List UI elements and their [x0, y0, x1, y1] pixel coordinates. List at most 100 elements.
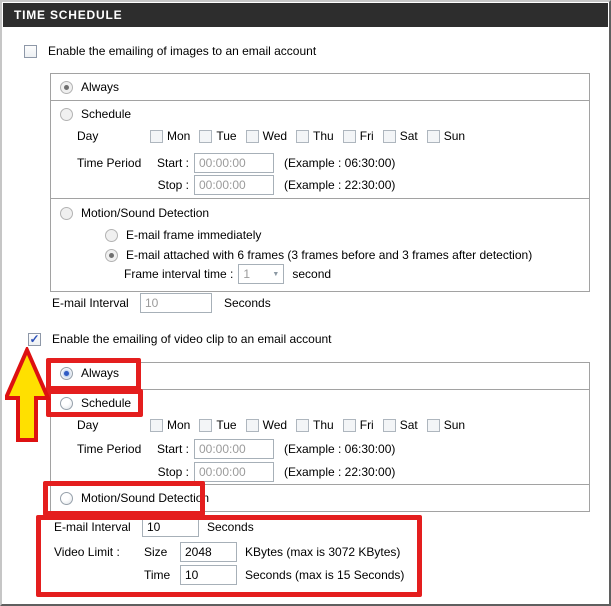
time-schedule-page: TIME SCHEDULE Enable the emailing of ima… [0, 0, 611, 606]
enable-image-email-row: Enable the emailing of images to an emai… [24, 43, 316, 59]
checkmark-icon: ✓ [29, 334, 39, 344]
start-example-text: (Example : 06:30:00) [284, 156, 395, 170]
frame-interval-unit: second [292, 267, 331, 281]
day-label-wed: Wed [263, 418, 287, 432]
day-label-mon: Mon [167, 129, 190, 143]
day-label-sun: Sun [444, 129, 465, 143]
video-limit-size-input[interactable] [180, 542, 237, 562]
day-checkbox-sat[interactable] [383, 130, 396, 143]
day-item-wed: Wed [246, 418, 287, 432]
video-email-schedule-radio[interactable] [60, 397, 73, 410]
video-email-always-radio[interactable] [60, 367, 73, 380]
frame-immediately-label: E-mail frame immediately [126, 228, 261, 242]
frame-interval-select[interactable]: 1 ▼ [238, 264, 284, 284]
day-checkbox-wed[interactable] [246, 130, 259, 143]
video-limit-size-row: Video Limit : Size KBytes (max is 3072 K… [54, 541, 400, 563]
day-item-wed: Wed [246, 129, 287, 143]
frame-interval-row: Frame interval time : 1 ▼ second [124, 263, 331, 285]
day-label: Day [77, 129, 150, 143]
day-checkbox-sat[interactable] [383, 419, 396, 432]
day-label-tue: Tue [216, 418, 236, 432]
frame-immediately-row: E-mail frame immediately [105, 226, 261, 244]
day-checkbox-mon[interactable] [150, 419, 163, 432]
video-limit-time-input[interactable] [180, 565, 237, 585]
day-item-sat: Sat [383, 129, 418, 143]
day-checkbox-thu[interactable] [296, 419, 309, 432]
frame-attached-radio[interactable] [105, 249, 118, 262]
image-email-motion-radio[interactable] [60, 207, 73, 220]
day-label-sat: Sat [400, 129, 418, 143]
day-item-sun: Sun [427, 129, 465, 143]
day-checkbox-tue[interactable] [199, 130, 212, 143]
size-note: KBytes (max is 3072 KBytes) [245, 545, 400, 559]
day-checkbox-sun[interactable] [427, 419, 440, 432]
video-email-motion-row: Motion/Sound Detection [60, 489, 209, 507]
video-email-stop-input[interactable] [194, 462, 274, 482]
image-email-always-label: Always [81, 80, 119, 94]
day-checkbox-tue[interactable] [199, 419, 212, 432]
frame-immediately-radio[interactable] [105, 229, 118, 242]
start-label: Start : [150, 156, 194, 170]
frame-interval-label: Frame interval time : [124, 267, 233, 281]
image-email-stop-input[interactable] [194, 175, 274, 195]
enable-video-email-row: ✓ Enable the emailing of video clip to a… [28, 331, 332, 347]
video-email-always-row: Always [60, 364, 119, 382]
image-email-start-row: Time Period Start : (Example : 06:30:00) [77, 152, 395, 174]
image-email-schedule-radio[interactable] [60, 108, 73, 121]
day-label-fri: Fri [360, 418, 374, 432]
day-checkbox-sun[interactable] [427, 130, 440, 143]
video-limit-time-row: Time Seconds (max is 15 Seconds) [54, 564, 404, 586]
day-checkbox-fri[interactable] [343, 419, 356, 432]
image-email-start-input[interactable] [194, 153, 274, 173]
start-label: Start : [150, 442, 194, 456]
video-email-motion-radio[interactable] [60, 492, 73, 505]
stop-label: Stop : [150, 465, 194, 479]
day-label-wed: Wed [263, 129, 287, 143]
day-item-mon: Mon [150, 418, 190, 432]
email-interval-unit: Seconds [224, 296, 271, 310]
day-checkbox-thu[interactable] [296, 130, 309, 143]
page-title: TIME SCHEDULE [14, 8, 122, 22]
video-email-schedule-label: Schedule [81, 396, 131, 410]
page-header: TIME SCHEDULE [3, 3, 608, 27]
video-email-motion-label: Motion/Sound Detection [81, 491, 209, 505]
day-item-tue: Tue [199, 418, 236, 432]
video-email-interval-input[interactable] [142, 517, 199, 537]
day-checkbox-wed[interactable] [246, 419, 259, 432]
video-email-start-input[interactable] [194, 439, 274, 459]
image-email-always-row: Always [60, 78, 119, 96]
enable-image-email-checkbox[interactable] [24, 45, 37, 58]
day-label: Day [77, 418, 150, 432]
day-item-mon: Mon [150, 129, 190, 143]
day-checkbox-mon[interactable] [150, 130, 163, 143]
video-email-always-label: Always [81, 366, 119, 380]
time-note: Seconds (max is 15 Seconds) [245, 568, 404, 582]
day-label-sat: Sat [400, 418, 418, 432]
day-checkbox-fri[interactable] [343, 130, 356, 143]
frame-attached-row: E-mail attached with 6 frames (3 frames … [105, 246, 532, 264]
video-email-schedule-row: Schedule [60, 394, 131, 412]
day-item-fri: Fri [343, 418, 374, 432]
day-label-tue: Tue [216, 129, 236, 143]
day-item-thu: Thu [296, 418, 334, 432]
video-email-stop-row: Stop : (Example : 22:30:00) [77, 461, 395, 483]
image-email-schedule-row: Schedule [60, 105, 131, 123]
enable-image-email-label: Enable the emailing of images to an emai… [48, 44, 316, 58]
stop-label: Stop : [150, 178, 194, 192]
image-email-schedule-label: Schedule [81, 107, 131, 121]
image-email-always-groupbox [50, 73, 590, 101]
image-email-always-radio[interactable] [60, 81, 73, 94]
day-label-fri: Fri [360, 129, 374, 143]
time-period-label: Time Period [77, 442, 150, 456]
frame-interval-value: 1 [243, 267, 250, 281]
image-email-interval-input[interactable] [140, 293, 212, 313]
email-interval-label: E-mail Interval [54, 520, 142, 534]
day-label-sun: Sun [444, 418, 465, 432]
image-email-motion-label: Motion/Sound Detection [81, 206, 209, 220]
video-email-interval-row: E-mail Interval Seconds [54, 516, 254, 538]
image-email-motion-row: Motion/Sound Detection [60, 204, 209, 222]
enable-video-email-checkbox[interactable]: ✓ [28, 333, 41, 346]
time-label: Time [144, 568, 180, 582]
start-example-text: (Example : 06:30:00) [284, 442, 395, 456]
stop-example-text: (Example : 22:30:00) [284, 465, 395, 479]
